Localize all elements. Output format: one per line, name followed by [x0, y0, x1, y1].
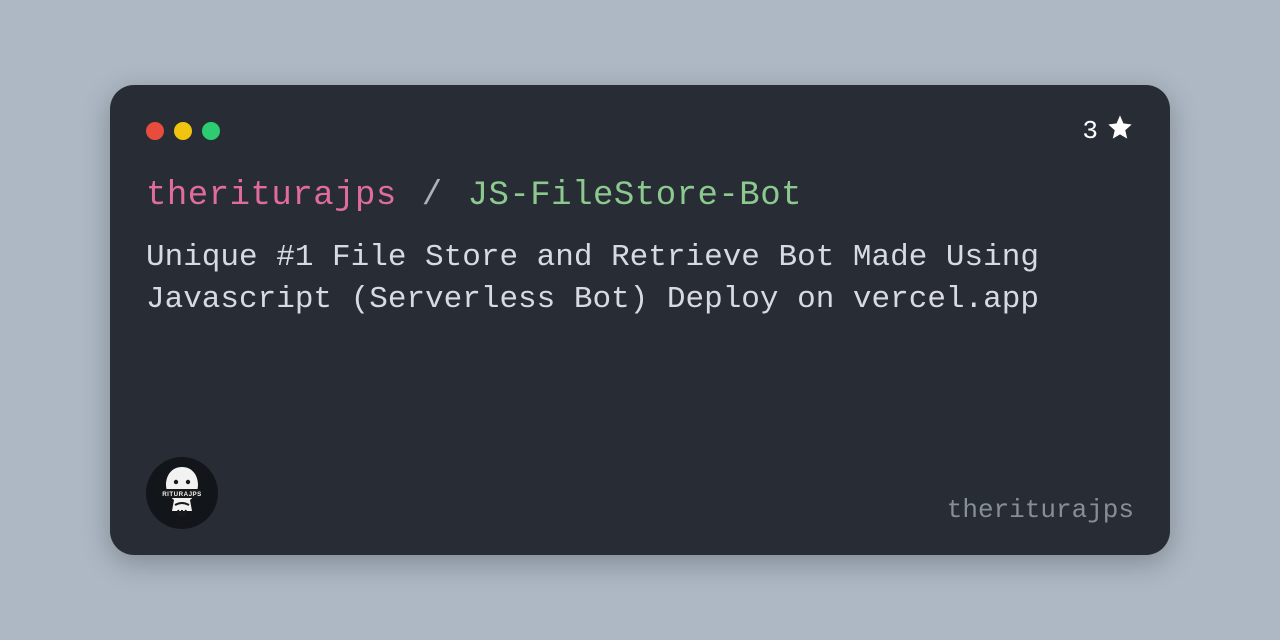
svg-text:RITURAJPS: RITURAJPS [162, 491, 202, 498]
star-count: 3 [1082, 113, 1134, 149]
star-count-value: 3 [1082, 116, 1098, 146]
star-icon [1106, 113, 1134, 149]
avatar-icon: RITURAJPS [150, 461, 214, 525]
close-icon[interactable] [146, 122, 164, 140]
repo-owner[interactable]: theriturajps [146, 177, 397, 215]
avatar[interactable]: RITURAJPS [146, 457, 218, 529]
repo-separator: / [422, 177, 443, 215]
titlebar: 3 [146, 113, 1134, 149]
repo-path: theriturajps / JS-FileStore-Bot [146, 177, 1134, 215]
traffic-lights [146, 122, 220, 140]
footer-handle: theriturajps [947, 495, 1134, 529]
minimize-icon[interactable] [174, 122, 192, 140]
repo-name[interactable]: JS-FileStore-Bot [468, 177, 802, 215]
repo-card: 3 theriturajps / JS-FileStore-Bot Unique… [110, 85, 1170, 555]
maximize-icon[interactable] [202, 122, 220, 140]
repo-description: Unique #1 File Store and Retrieve Bot Ma… [146, 237, 1086, 321]
card-footer: RITURAJPS theriturajps [146, 457, 1134, 529]
